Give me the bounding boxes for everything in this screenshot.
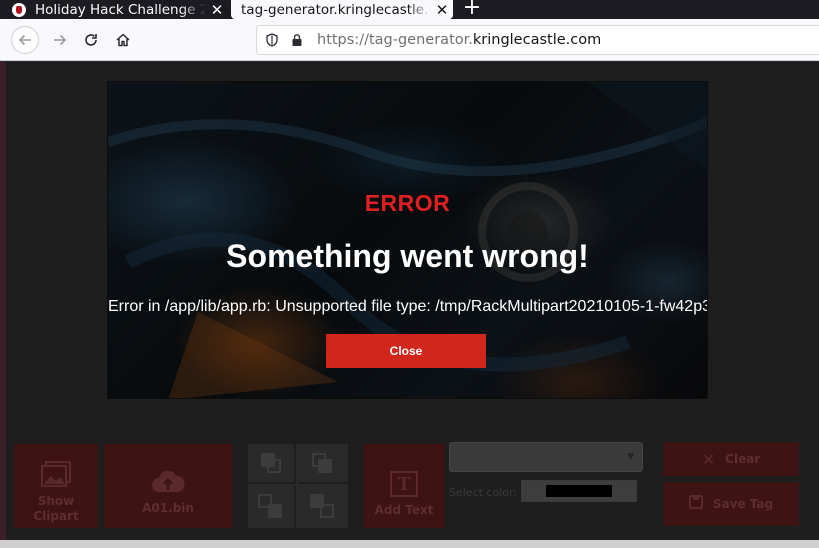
layer-back-icon — [320, 504, 334, 518]
kringlecon-favicon-icon — [12, 2, 26, 17]
tab-holiday-hack[interactable]: Holiday Hack Challenge 2 ✕ — [0, 0, 228, 19]
bring-to-front-button[interactable] — [248, 486, 296, 528]
url-prefix: https://tag-generator. — [317, 32, 473, 48]
error-message: Error in /app/lib/app.rb: Unsupported fi… — [108, 298, 708, 315]
horizontal-scrollbar[interactable] — [0, 540, 819, 548]
modal-content: ERROR Something went wrong! Error in /ap… — [108, 82, 707, 398]
chevron-down-icon: ▾ — [627, 449, 634, 464]
send-backward-button[interactable] — [298, 444, 348, 484]
reload-button[interactable] — [77, 26, 105, 54]
show-clipart-button[interactable]: Show Clipart — [14, 444, 98, 528]
tab-bar: Holiday Hack Challenge 2 ✕ tag-generator… — [0, 0, 819, 19]
color-swatch — [546, 485, 612, 497]
save-tag-label: Save Tag — [712, 496, 774, 511]
add-text-label: Add Text — [374, 503, 434, 517]
close-icon: ✕ — [701, 449, 716, 469]
home-button[interactable] — [109, 26, 137, 54]
save-tag-button[interactable]: Save Tag — [663, 482, 799, 526]
error-modal: ERROR Something went wrong! Error in /ap… — [107, 81, 708, 399]
forward-button[interactable] — [46, 26, 74, 54]
close-tab-icon[interactable]: ✕ — [206, 1, 228, 19]
shield-icon[interactable] — [262, 30, 282, 50]
new-tab-button[interactable]: + — [460, 0, 484, 19]
show-clipart-label: Show Clipart — [33, 494, 79, 523]
back-button[interactable] — [11, 26, 39, 54]
layer-back-icon — [318, 459, 332, 473]
tab-title: tag-generator.kringlecastle. — [241, 1, 429, 18]
layer-back-icon — [267, 459, 281, 473]
add-text-button[interactable]: T Add Text — [364, 444, 444, 528]
error-label: ERROR — [364, 190, 451, 216]
home-icon — [116, 33, 130, 47]
reload-icon — [85, 34, 97, 46]
close-button[interactable]: Close — [326, 334, 486, 368]
arrow-right-icon — [54, 34, 67, 46]
image-icon — [41, 461, 71, 488]
navigation-bar: https://tag-generator.kringlecastle.com — [0, 19, 819, 61]
layer-controls — [248, 444, 348, 528]
select-color-label: Select color: — [449, 486, 518, 499]
url-bar[interactable]: https://tag-generator.kringlecastle.com — [256, 25, 819, 55]
send-to-back-button[interactable] — [298, 486, 348, 528]
arrow-left-icon — [18, 34, 31, 46]
uploaded-file-name: A01.bin — [142, 501, 194, 515]
clear-button[interactable]: ✕ Clear — [663, 442, 799, 476]
save-icon — [688, 495, 703, 513]
tab-tag-generator[interactable]: tag-generator.kringlecastle. ✕ — [231, 0, 453, 19]
clipart-select[interactable]: ▾ — [449, 442, 643, 472]
text-icon: T — [390, 471, 418, 497]
upload-file-button[interactable]: A01.bin — [104, 444, 232, 528]
lock-icon[interactable] — [287, 30, 307, 50]
url-text: https://tag-generator.kringlecastle.com — [317, 32, 601, 48]
close-tab-icon[interactable]: ✕ — [431, 1, 453, 19]
layer-back-icon — [268, 504, 282, 518]
modal-title: Something went wrong! — [226, 238, 589, 274]
url-domain: kringlecastle.com — [472, 32, 602, 48]
tab-title: Holiday Hack Challenge 2 — [35, 1, 206, 18]
bring-forward-button[interactable] — [248, 444, 296, 484]
cloud-upload-icon — [150, 468, 186, 495]
clear-label: Clear — [725, 451, 761, 466]
